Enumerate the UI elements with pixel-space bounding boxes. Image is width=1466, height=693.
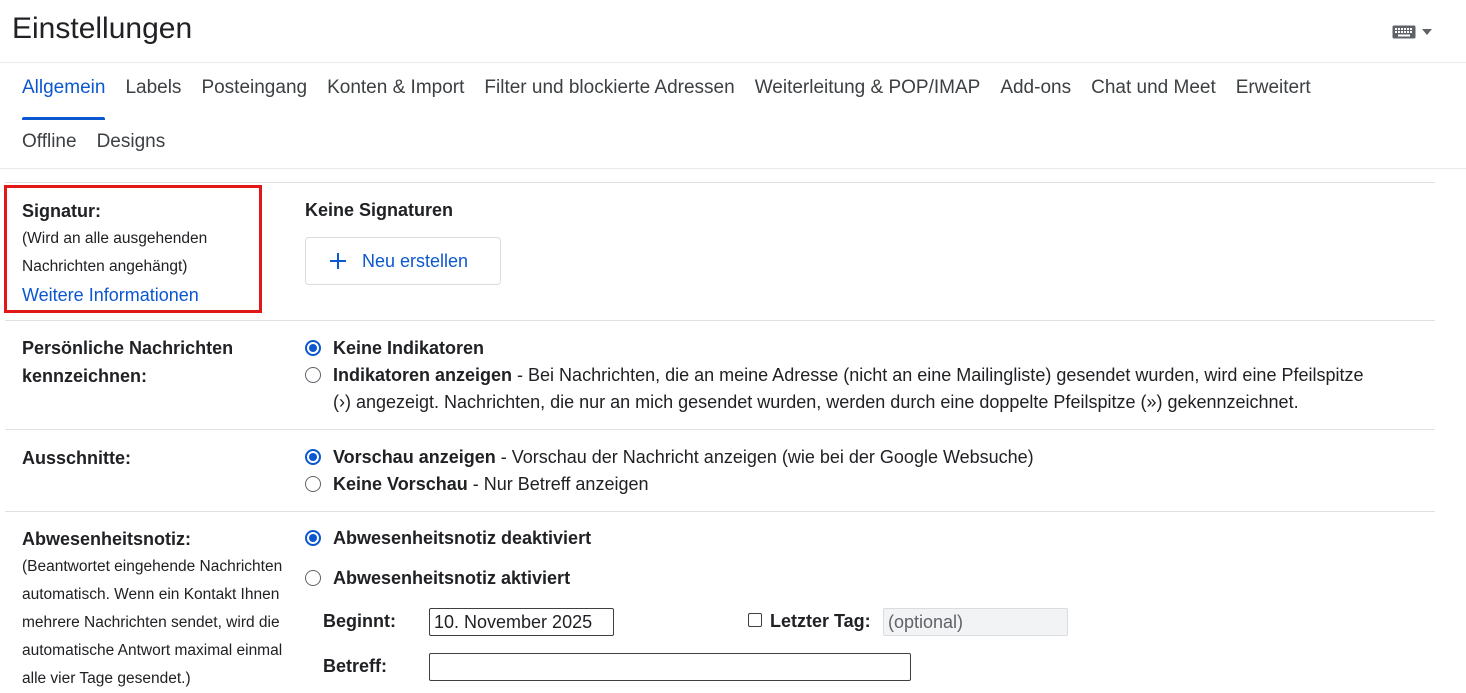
option-no-snippets-label: Keine Vorschau (333, 474, 468, 494)
option-vacation-off-label: Abwesenheitsnotiz deaktiviert (333, 528, 592, 548)
last-day-checkbox[interactable] (748, 613, 762, 627)
learn-more-link[interactable]: Weitere Informationen (22, 281, 307, 309)
radio-no-indicators[interactable] (305, 340, 321, 356)
signature-label: Signatur: (22, 201, 101, 221)
radio-vacation-on[interactable] (305, 570, 321, 586)
option-no-snippets: Keine Vorschau - Nur Betreff anzeigen (305, 471, 648, 498)
keyboard-icon (1392, 25, 1416, 39)
option-show-snippets-desc: - Vorschau der Nachricht anzeigen (wie b… (495, 447, 1034, 467)
personal-label-line2: kennzeichnen: (22, 366, 148, 386)
vacation-label: Abwesenheitsnotiz: (22, 529, 192, 549)
radio-show-snippets[interactable] (305, 449, 321, 465)
vacation-desc-line5: alle vier Tage gesendet.) (22, 670, 191, 687)
personal-label-block: Persönliche Nachrichten kennzeichnen: (22, 334, 307, 390)
subject-input[interactable] (429, 653, 911, 681)
option-no-snippets-desc: - Nur Betreff anzeigen (467, 474, 649, 494)
vacation-desc-line4: automatische Antwort maximal einmal (22, 642, 283, 659)
plus-icon (330, 253, 346, 269)
vacation-desc-line3: mehrere Nachrichten sendet, wird die (22, 614, 280, 631)
tab-add-ons[interactable]: Add-ons (990, 68, 1081, 108)
tab-designs[interactable]: Designs (87, 122, 176, 162)
section-divider (5, 320, 1435, 321)
option-show-indicators-label: Indikatoren anzeigen (333, 365, 513, 385)
tab-konten-import[interactable]: Konten & Import (317, 68, 474, 108)
snippets-label: Ausschnitte: (22, 448, 132, 468)
option-no-indicators-label: Keine Indikatoren (333, 338, 485, 358)
option-show-indicators-desc2: (›) angezeigt. Nachrichten, die nur an m… (333, 392, 1299, 412)
subject-label: Betreff: (323, 656, 388, 676)
create-signature-button[interactable]: Neu erstellen (305, 237, 501, 285)
signature-desc-line2: Nachrichten angehängt) (22, 258, 188, 275)
option-show-indicators-desc1: - Bei Nachrichten, die an meine Adresse … (512, 365, 1364, 385)
tab-filter[interactable]: Filter und blockierte Adressen (474, 68, 744, 108)
header-divider (0, 62, 1466, 63)
option-show-indicators: Indikatoren anzeigen - Bei Nachrichten, … (305, 362, 1440, 416)
tabs-divider (0, 168, 1466, 169)
section-divider (5, 182, 1435, 183)
snippets-label-block: Ausschnitte: (22, 444, 307, 472)
option-vacation-on-label: Abwesenheitsnotiz aktiviert (333, 568, 571, 588)
settings-tabs: Allgemein Labels Posteingang Konten & Im… (12, 68, 1321, 120)
page-title: Einstellungen (12, 12, 193, 45)
start-date-label: Beginnt: (323, 611, 396, 631)
start-date-input[interactable]: 10. November 2025 (429, 608, 614, 636)
tab-weiterleitung[interactable]: Weiterleitung & POP/IMAP (745, 68, 991, 108)
tab-erweitert[interactable]: Erweitert (1226, 68, 1321, 108)
no-signatures-heading: Keine Signaturen (305, 200, 454, 220)
tab-allgemein[interactable]: Allgemein (12, 68, 115, 120)
create-signature-label: Neu erstellen (362, 250, 469, 271)
personal-label-line1: Persönliche Nachrichten (22, 338, 234, 358)
last-day-label: Letzter Tag: (770, 611, 871, 631)
radio-show-indicators[interactable] (305, 367, 321, 383)
radio-no-snippets[interactable] (305, 476, 321, 492)
signature-label-block: Signatur: (Wird an alle ausgehenden Nach… (22, 197, 307, 309)
vacation-label-block: Abwesenheitsnotiz: (Beantwortet eingehen… (22, 525, 307, 693)
option-vacation-on: Abwesenheitsnotiz aktiviert (305, 565, 570, 592)
input-tools-button[interactable] (1392, 22, 1440, 42)
tab-posteingang[interactable]: Posteingang (191, 68, 317, 108)
option-show-snippets: Vorschau anzeigen - Vorschau der Nachric… (305, 444, 1034, 471)
option-no-indicators: Keine Indikatoren (305, 335, 484, 362)
tab-chat-meet[interactable]: Chat und Meet (1081, 68, 1226, 108)
last-day-input[interactable]: (optional) (883, 608, 1068, 636)
section-divider (5, 429, 1435, 430)
vacation-desc-line2: automatisch. Wenn ein Kontakt Ihnen (22, 586, 280, 603)
radio-vacation-off[interactable] (305, 530, 321, 546)
option-show-snippets-label: Vorschau anzeigen (333, 447, 496, 467)
signature-desc-line1: (Wird an alle ausgehenden (22, 230, 208, 247)
tab-offline[interactable]: Offline (12, 122, 87, 162)
section-divider (5, 511, 1435, 512)
settings-tabs-row2: Offline Designs (12, 122, 175, 162)
option-vacation-off: Abwesenheitsnotiz deaktiviert (305, 525, 591, 552)
chevron-down-icon (1422, 29, 1432, 35)
tab-labels[interactable]: Labels (115, 68, 191, 108)
vacation-desc-line1: (Beantwortet eingehende Nachrichten (22, 558, 283, 575)
